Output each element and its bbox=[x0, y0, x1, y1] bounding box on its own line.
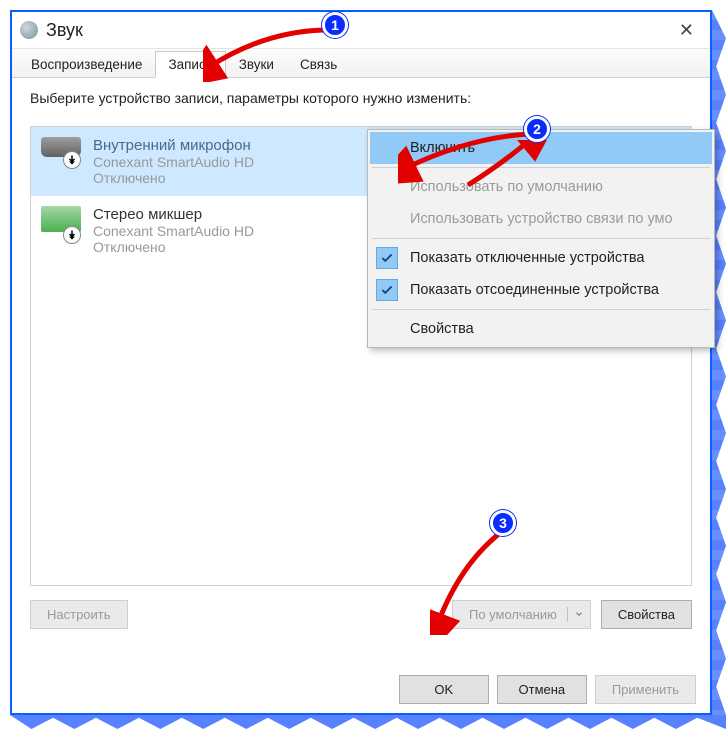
device-icon bbox=[39, 137, 83, 186]
menu-show-disconnected[interactable]: Показать отсоединенные устройства bbox=[370, 274, 712, 306]
arrow-down-icon bbox=[63, 151, 81, 169]
device-driver: Conexant SmartAudio HD bbox=[93, 154, 254, 170]
sound-app-icon bbox=[20, 21, 38, 39]
device-text: Внутренний микрофон Conexant SmartAudio … bbox=[93, 137, 254, 186]
window-title: Звук bbox=[46, 20, 83, 41]
menu-show-disabled[interactable]: Показать отключенные устройства bbox=[370, 242, 712, 274]
instruction-text: Выберите устройство записи, параметры ко… bbox=[30, 90, 692, 106]
ok-button[interactable]: OK bbox=[399, 675, 489, 704]
properties-button[interactable]: Свойства bbox=[601, 600, 692, 629]
tab-sounds[interactable]: Звуки bbox=[226, 51, 287, 78]
dialog-buttons: OK Отмена Применить bbox=[12, 665, 710, 713]
torn-edge-decoration bbox=[10, 715, 726, 729]
close-button[interactable]: ✕ bbox=[671, 16, 702, 45]
menu-separator bbox=[372, 309, 710, 310]
context-menu: Включить Использовать по умолчанию Испол… bbox=[367, 129, 715, 348]
chevron-down-icon[interactable] bbox=[567, 607, 590, 622]
titlebar: Звук ✕ bbox=[12, 12, 710, 48]
apply-button[interactable]: Применить bbox=[595, 675, 696, 704]
device-list: Внутренний микрофон Conexant SmartAudio … bbox=[30, 126, 692, 586]
tab-communications[interactable]: Связь bbox=[287, 51, 350, 78]
device-driver: Conexant SmartAudio HD bbox=[93, 223, 254, 239]
device-status: Отключено bbox=[93, 239, 254, 255]
annotation-badge-3: 3 bbox=[490, 510, 516, 536]
check-icon bbox=[376, 279, 398, 301]
cancel-button[interactable]: Отмена bbox=[497, 675, 587, 704]
device-name: Внутренний микрофон bbox=[93, 137, 254, 154]
menu-label: Показать отключенные устройства bbox=[410, 250, 644, 266]
device-name: Стерео микшер bbox=[93, 206, 254, 223]
tab-content: Выберите устройство записи, параметры ко… bbox=[12, 78, 710, 641]
tabstrip: Воспроизведение Запись Звуки Связь bbox=[12, 48, 710, 78]
device-icon bbox=[39, 206, 83, 255]
check-icon bbox=[376, 247, 398, 269]
menu-label: Показать отсоединенные устройства bbox=[410, 282, 659, 298]
device-buttons: Настроить По умолчанию Свойства bbox=[30, 600, 692, 629]
device-text: Стерео микшер Conexant SmartAudio HD Отк… bbox=[93, 206, 254, 255]
set-default-button[interactable]: По умолчанию bbox=[452, 600, 591, 629]
menu-set-comm-default[interactable]: Использовать устройство связи по умо bbox=[370, 203, 712, 235]
annotation-badge-2: 2 bbox=[524, 116, 550, 142]
menu-separator bbox=[372, 167, 710, 168]
sound-dialog: Звук ✕ Воспроизведение Запись Звуки Связ… bbox=[10, 10, 712, 715]
torn-edge-decoration bbox=[712, 10, 726, 715]
set-default-label: По умолчанию bbox=[469, 607, 557, 622]
tab-playback[interactable]: Воспроизведение bbox=[18, 51, 155, 78]
device-status: Отключено bbox=[93, 170, 254, 186]
menu-properties[interactable]: Свойства bbox=[370, 313, 712, 345]
tab-recording[interactable]: Запись bbox=[155, 51, 225, 78]
menu-separator bbox=[372, 238, 710, 239]
menu-set-default[interactable]: Использовать по умолчанию bbox=[370, 171, 712, 203]
arrow-down-icon bbox=[63, 226, 81, 244]
configure-button[interactable]: Настроить bbox=[30, 600, 128, 629]
annotation-badge-1: 1 bbox=[322, 12, 348, 38]
